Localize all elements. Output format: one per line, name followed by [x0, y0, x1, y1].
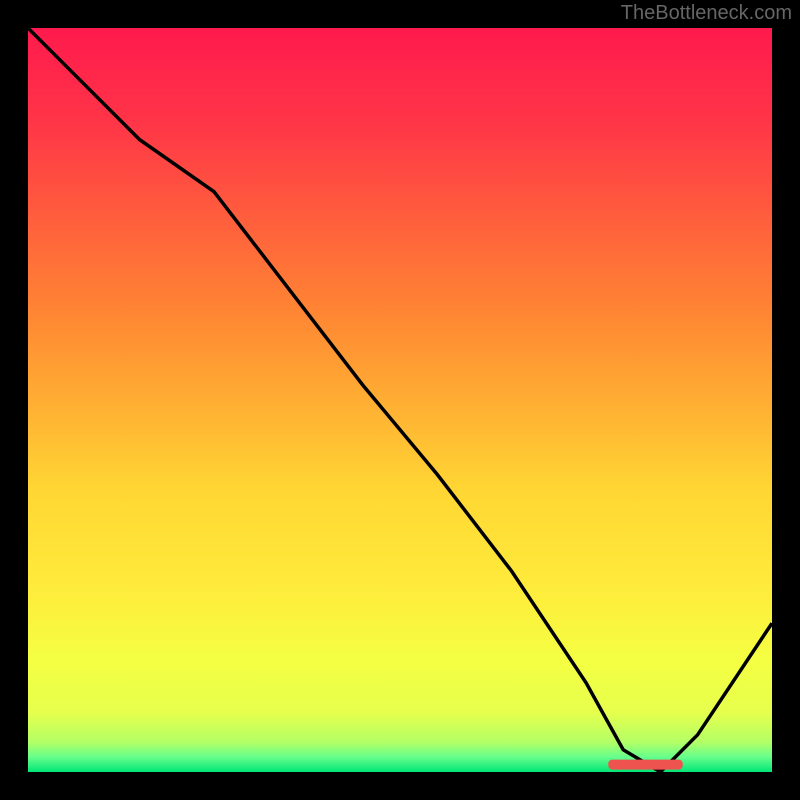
optimal-marker [28, 28, 772, 772]
chart-container [28, 28, 772, 772]
watermark-text: TheBottleneck.com [621, 2, 792, 25]
